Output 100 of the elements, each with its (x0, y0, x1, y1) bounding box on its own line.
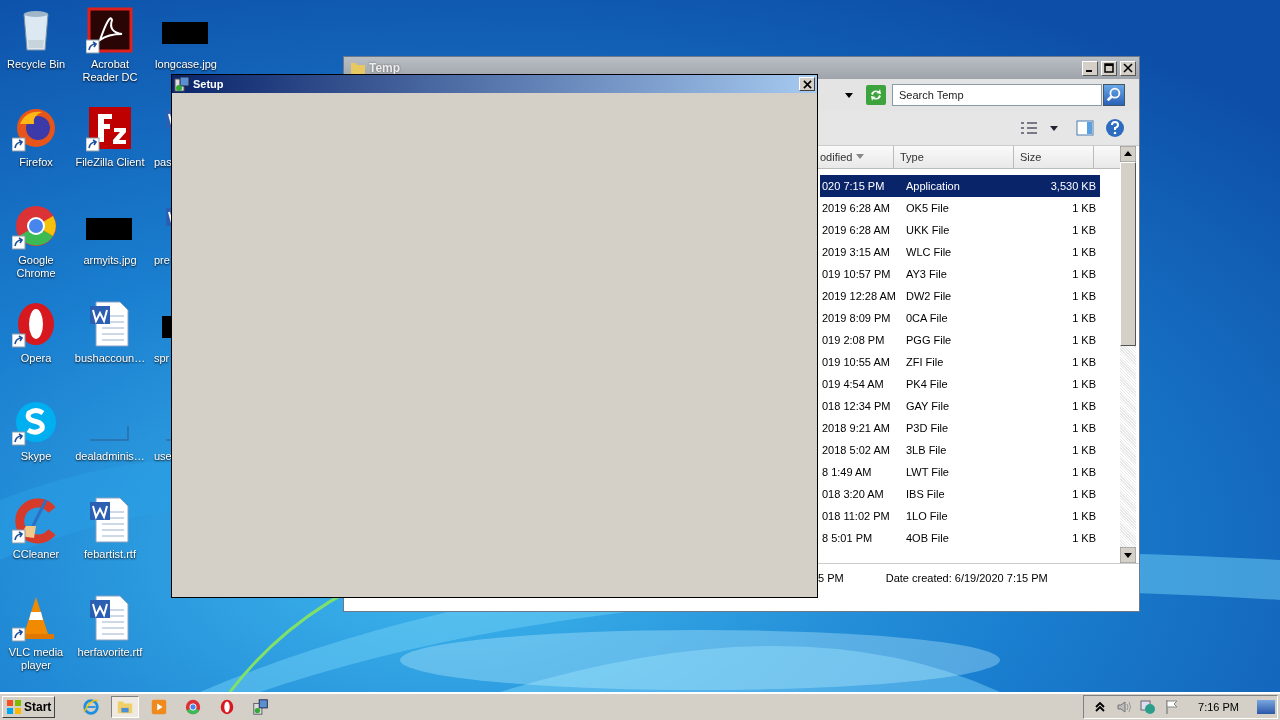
icon-label[interactable]: longcase.jpg (149, 58, 223, 71)
search-icon (1105, 86, 1123, 104)
size-cell-text: 1 KB (1071, 532, 1097, 544)
ftp-icon[interactable] (86, 104, 134, 152)
type-cell-text: AY3 File (905, 268, 948, 280)
type-cell-text: PGG File (905, 334, 953, 346)
file-row[interactable]: 2019 8:09 PM 0CA File 1 KB (820, 307, 1100, 329)
date-cell-text: 8 5:01 PM (821, 532, 874, 544)
refresh-icon[interactable] (866, 85, 886, 105)
type-cell-text: UKK File (905, 224, 951, 236)
size-cell-text: 1 KB (1071, 378, 1097, 390)
icon-label[interactable]: Google Chrome (0, 254, 73, 280)
show-desktop-button[interactable] (1257, 700, 1275, 714)
file-row[interactable]: 020 7:15 PM Application 3,530 KB (820, 175, 1100, 197)
file-row[interactable]: 019 2:08 PM PGG File 1 KB (820, 329, 1100, 351)
icon-label[interactable]: Skype (0, 450, 73, 463)
date-cell-text: 020 7:15 PM (821, 180, 886, 192)
dropdown-arrow-icon[interactable] (844, 90, 854, 100)
icon-label[interactable]: Firefox (0, 156, 73, 169)
date-cell-text: 2019 6:28 AM (821, 224, 891, 236)
icon-label[interactable]: VLC media player (0, 646, 73, 672)
file-row[interactable]: 2019 12:28 AM DW2 File 1 KB (820, 285, 1100, 307)
size-cell-text: 1 KB (1071, 466, 1097, 478)
search-field[interactable]: Search Temp (892, 84, 1102, 106)
start-button[interactable]: Start (2, 696, 56, 718)
size-cell-text: 1 KB (1071, 312, 1097, 324)
type-cell-text: 4OB File (905, 532, 950, 544)
type-cell-text: OK5 File (905, 202, 950, 214)
type-cell-text: PK4 File (905, 378, 949, 390)
file-row[interactable]: 018 3:20 AM IBS File 1 KB (820, 483, 1100, 505)
file-row[interactable]: 019 4:54 AM PK4 File 1 KB (820, 373, 1100, 395)
date-cell-text: 2019 3:15 AM (821, 246, 891, 258)
type-cell-text: LWT File (905, 466, 950, 478)
file-row[interactable]: 8 5:01 PM 4OB File 1 KB (820, 527, 1100, 549)
icon-label[interactable]: armyits.jpg (73, 254, 147, 267)
size-cell-text: 1 KB (1071, 400, 1097, 412)
icon-label[interactable]: FileZilla Client (73, 156, 147, 169)
size-cell-text: 1 KB (1071, 268, 1097, 280)
media-player-icon (150, 698, 169, 716)
file-row[interactable]: 2018 5:02 AM 3LB File 1 KB (820, 439, 1100, 461)
date-cell-text: 2019 8:09 PM (821, 312, 892, 324)
search-button[interactable] (1103, 84, 1125, 106)
type-cell-text: P3D File (905, 422, 950, 434)
minimize-icon (1086, 70, 1092, 72)
file-row[interactable]: 2019 6:28 AM UKK File 1 KB (820, 219, 1100, 241)
date-cell-text: 2019 6:28 AM (821, 202, 891, 214)
date-cell-text: 019 4:54 AM (821, 378, 885, 390)
dropdown-arrow-icon[interactable] (1049, 123, 1059, 133)
size-cell-text: 1 KB (1071, 444, 1097, 456)
type-cell-text: IBS File (905, 488, 946, 500)
browser-icon (184, 698, 203, 716)
details-text: Date created: 6/19/2020 7:15 PM (885, 572, 1048, 586)
icon-label[interactable]: bushaccoun… (73, 352, 147, 365)
icon-label[interactable]: Recycle Bin (0, 58, 73, 71)
date-cell-text: 2018 5:02 AM (821, 444, 891, 456)
type-cell-text: WLC File (905, 246, 953, 258)
icon-label[interactable]: Acrobat Reader DC (73, 58, 147, 84)
type-cell-text: ZFI File (905, 356, 945, 368)
size-cell-text: 1 KB (1071, 510, 1097, 522)
size-cell-text: 1 KB (1071, 488, 1097, 500)
file-row[interactable]: 2018 9:21 AM P3D File 1 KB (820, 417, 1100, 439)
date-cell-text: 8 1:49 AM (821, 466, 873, 478)
file-row[interactable]: 019 10:57 PM AY3 File 1 KB (820, 263, 1100, 285)
internet-explorer-icon (82, 698, 101, 716)
file-row[interactable]: 8 1:49 AM LWT File 1 KB (820, 461, 1100, 483)
column-header[interactable]: Type (894, 146, 1014, 168)
scrollbar[interactable] (1120, 146, 1136, 563)
size-cell-text: 1 KB (1071, 290, 1097, 302)
close-button[interactable] (799, 77, 815, 91)
file-row[interactable]: 018 12:34 PM GAY File 1 KB (820, 395, 1100, 417)
file-row[interactable]: 018 11:02 PM 1LO File 1 KB (820, 505, 1100, 527)
size-cell-text: 3,530 KB (1049, 180, 1097, 192)
type-cell-text: 3LB File (905, 444, 948, 456)
file-row[interactable]: 2019 6:28 AM OK5 File 1 KB (820, 197, 1100, 219)
size-cell-text: 1 KB (1071, 202, 1097, 214)
size-cell-text: 1 KB (1071, 334, 1097, 346)
date-cell-text: 019 2:08 PM (821, 334, 886, 346)
type-cell-text: 0CA File (905, 312, 949, 324)
clock[interactable]: 7:16 PM (1198, 701, 1239, 713)
close-icon (1123, 63, 1133, 73)
file-row[interactable]: 019 10:55 AM ZFI File 1 KB (820, 351, 1100, 373)
scroll-up-button[interactable] (1120, 146, 1136, 162)
scroll-down-button[interactable] (1120, 547, 1136, 563)
windows-logo-icon (6, 699, 22, 715)
column-header[interactable]: Size (1014, 146, 1094, 168)
size-cell-text: 1 KB (1071, 246, 1097, 258)
maximize-button[interactable] (1101, 60, 1117, 76)
pdf-icon[interactable] (86, 6, 134, 54)
file-row[interactable]: 2019 3:15 AM WLC File 1 KB (820, 241, 1100, 263)
close-button[interactable] (1120, 60, 1136, 76)
window-title: Setup (193, 78, 224, 90)
preview-pane-icon[interactable] (1075, 120, 1095, 136)
help-icon[interactable] (1105, 118, 1125, 138)
minimize-button[interactable] (1082, 60, 1098, 76)
details-text: 5 PM (818, 572, 844, 586)
date-cell-text: 2018 9:21 AM (821, 422, 891, 434)
taskbar-button[interactable] (111, 696, 140, 718)
type-cell-text: 1LO File (905, 510, 949, 522)
icon-label[interactable]: Opera (0, 352, 73, 365)
view-options-icon[interactable] (1019, 120, 1039, 136)
